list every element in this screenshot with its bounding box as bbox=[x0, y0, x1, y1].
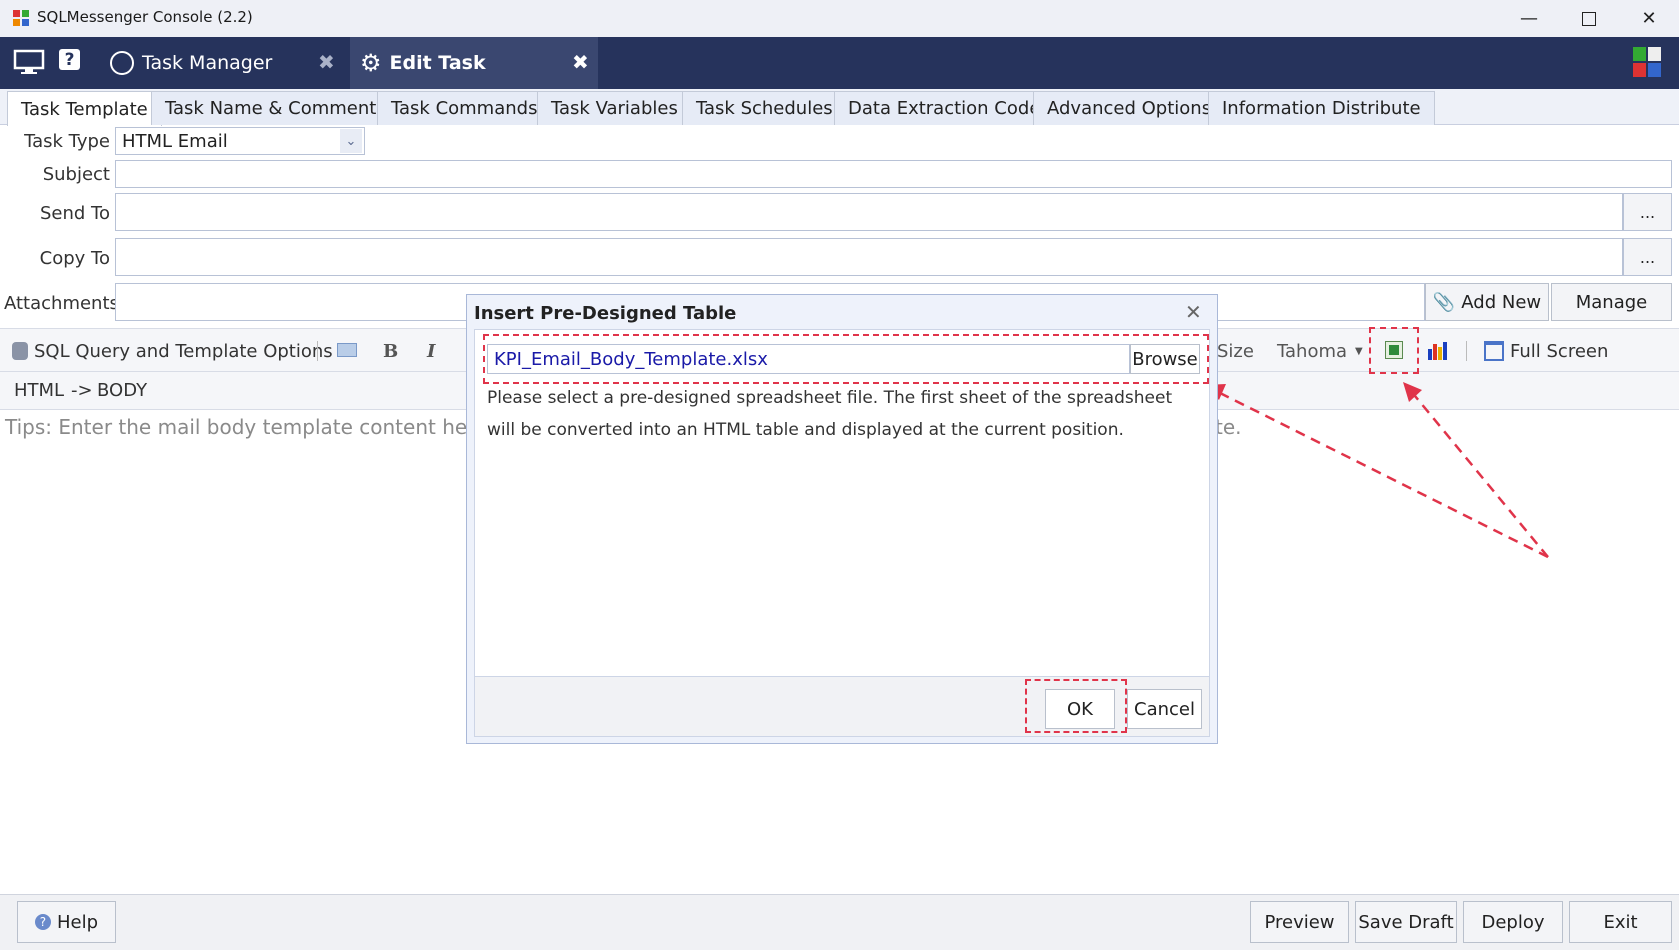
dialog-title: Insert Pre-Designed Table bbox=[474, 303, 737, 324]
dialog-body: KPI_Email_Body_Template.xlsx Browse Plea… bbox=[474, 329, 1210, 677]
save-draft-button[interactable]: Save Draft bbox=[1355, 901, 1457, 943]
annotation-highlight bbox=[1025, 679, 1127, 733]
annotation-highlight bbox=[1369, 327, 1419, 374]
dialog-description-line-2: will be converted into an HTML table and… bbox=[487, 420, 1124, 440]
dialog-description-line-1: Please select a pre-designed spreadsheet… bbox=[487, 388, 1173, 408]
deploy-button[interactable]: Deploy bbox=[1463, 901, 1563, 943]
insert-table-dialog: Insert Pre-Designed Table ✕ KPI_Email_Bo… bbox=[466, 294, 1218, 744]
help-circle-icon: ? bbox=[34, 914, 51, 930]
annotation-highlight bbox=[483, 334, 1209, 384]
cancel-button[interactable]: Cancel bbox=[1127, 689, 1202, 729]
bottom-action-bar: ? Help Preview Save Draft Deploy Exit bbox=[0, 894, 1679, 950]
preview-button[interactable]: Preview bbox=[1250, 901, 1349, 943]
exit-button[interactable]: Exit bbox=[1569, 901, 1672, 943]
help-button[interactable]: ? Help bbox=[17, 901, 116, 943]
help-label: Help bbox=[56, 911, 99, 933]
dialog-close-icon[interactable]: ✕ bbox=[1185, 300, 1202, 324]
